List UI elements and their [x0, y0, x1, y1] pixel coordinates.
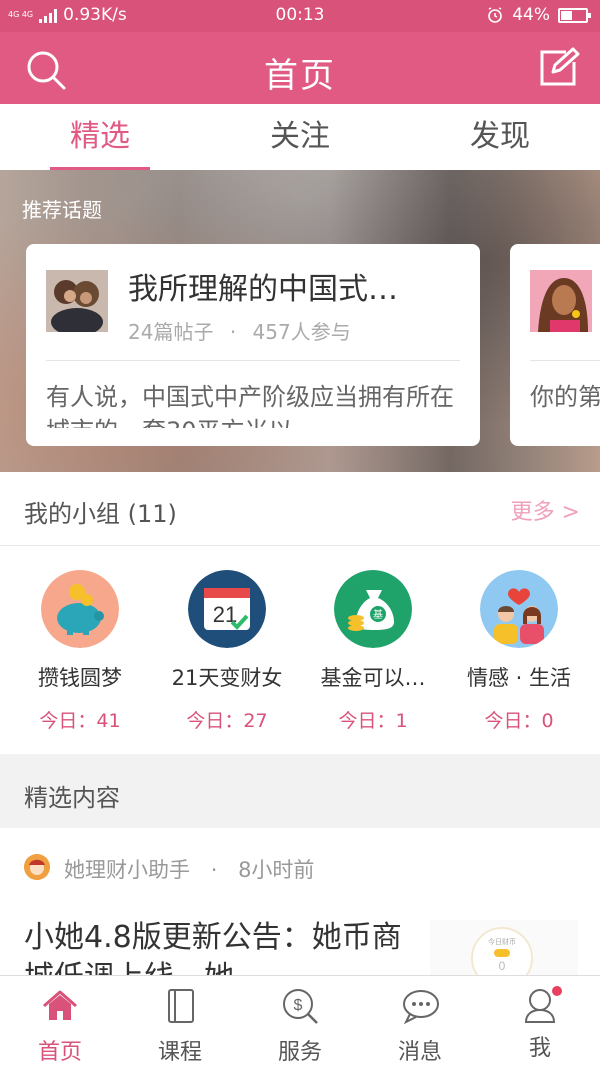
meta-separator: ·	[229, 320, 237, 344]
featured-header: 精选内容	[0, 754, 600, 828]
edit-icon[interactable]	[536, 46, 580, 90]
nav-courses[interactable]: 课程	[120, 976, 240, 1067]
topic-description: 你的第一	[530, 383, 600, 411]
topic-thumbnail	[46, 270, 108, 332]
card-divider	[530, 360, 600, 361]
nav-label: 首页	[37, 1040, 82, 1065]
home-icon	[43, 990, 77, 1020]
topic-posts: 24篇帖子	[128, 320, 214, 344]
topic-title: 我所理解的中国式…	[128, 272, 398, 307]
group-name: 情感 · 生活	[466, 666, 572, 690]
topic-meta: 24篇帖子 · 457人参与	[128, 316, 351, 345]
nav-label: 我	[528, 1036, 551, 1061]
battery-percent: 44%	[512, 5, 550, 25]
post-item[interactable]: 她理财小助手 · 8小时前 小她4.8版更新公告：她币商城低调上线，她 今日财币…	[0, 828, 600, 978]
post-title[interactable]: 小她4.8版更新公告：她币商城低调上线，她	[24, 918, 404, 978]
groups-header: 我的小组 (11) 更多 >	[0, 472, 600, 546]
topic-description: 有人说，中国式中产阶级应当拥有所在城市的一套30平方米以	[46, 383, 454, 428]
couple-heart-icon	[480, 570, 558, 648]
chat-bubble-icon	[403, 990, 439, 1025]
group-item[interactable]: 情感 · 生活 今日：0	[446, 570, 592, 733]
nav-label: 服务	[277, 1040, 322, 1065]
tab-featured[interactable]: 精选	[0, 104, 200, 170]
status-right: 44%	[486, 5, 591, 25]
group-item[interactable]: 基 基金可以… 今日：1	[300, 570, 446, 733]
post-thumbnail: 今日财币 0	[430, 920, 578, 978]
author-avatar[interactable]	[24, 854, 50, 880]
topic-card[interactable]: 你的第一	[510, 244, 600, 446]
nav-label: 消息	[397, 1040, 442, 1065]
card-divider	[46, 360, 460, 361]
recommended-title: 推荐话题	[22, 198, 102, 222]
notification-dot	[552, 986, 562, 996]
post-author-line: 她理财小助手 · 8小时前	[64, 854, 314, 884]
thumb-value: 0	[499, 959, 506, 973]
piggy-bank-icon	[41, 570, 119, 648]
topic-card[interactable]: 我所理解的中国式… 24篇帖子 · 457人参与 有人说，中国式中产阶级应当拥有…	[26, 244, 480, 446]
group-item[interactable]: 21 21天变财女 今日：27	[154, 570, 300, 733]
group-today-count: 今日：27	[186, 710, 268, 732]
nav-messages[interactable]: 消息	[360, 976, 480, 1067]
alarm-icon	[488, 7, 503, 23]
nav-me[interactable]: 我	[480, 976, 600, 1067]
bottom-nav: 首页 课程 $ 服务 消息 我	[0, 975, 600, 1067]
book-icon	[168, 989, 194, 1023]
tab-following[interactable]: 关注	[200, 104, 400, 170]
thumb-label: 今日财币	[488, 937, 516, 946]
post-author[interactable]: 她理财小助手	[64, 858, 190, 882]
post-time: 8小时前	[238, 858, 315, 882]
battery-icon	[558, 7, 591, 23]
status-bar: 4G 4G 0.93K/s 00:13 44%	[0, 0, 600, 32]
topic-participants: 457人参与	[252, 320, 351, 344]
money-bag-icon: 基	[334, 570, 412, 648]
bag-label: 基	[373, 608, 383, 621]
meta-separator: ·	[210, 858, 218, 882]
dollar-search-icon: $	[283, 989, 318, 1024]
group-name: 21天变财女	[171, 666, 283, 690]
topic-thumbnail	[530, 270, 592, 332]
user-icon-wrap	[520, 986, 562, 1026]
group-item[interactable]: 攒钱圆梦 今日：41	[7, 570, 153, 733]
recommended-topics: 推荐话题 我所理解的中国式… 24篇帖子 · 457人参与 有人说，中国式中产阶…	[0, 170, 600, 472]
nav-home[interactable]: 首页	[0, 976, 120, 1067]
group-name: 攒钱圆梦	[38, 666, 122, 690]
battery-fill	[561, 10, 572, 20]
tab-bar: 精选 关注 发现	[0, 104, 600, 170]
my-groups: 我的小组 (11) 更多 > 攒钱圆梦 今日：41 21 21天变财女 今日：2…	[0, 472, 600, 754]
page-title: 首页	[264, 56, 336, 96]
groups-more-link[interactable]: 更多 >	[511, 494, 580, 526]
nav-services[interactable]: $ 服务	[240, 976, 360, 1067]
group-today-count: 今日：0	[484, 710, 554, 732]
tab-discover[interactable]: 发现	[400, 104, 600, 170]
group-name: 基金可以…	[320, 666, 426, 690]
calendar-21-icon: 21	[188, 570, 266, 648]
group-today-count: 今日：1	[338, 710, 408, 732]
nav-label: 课程	[157, 1040, 202, 1065]
groups-title: 我的小组 (11)	[24, 500, 177, 528]
app-header: 首页	[0, 32, 600, 104]
featured-title: 精选内容	[24, 784, 120, 812]
svg-text:$: $	[294, 997, 303, 1014]
group-today-count: 今日：41	[39, 710, 121, 732]
